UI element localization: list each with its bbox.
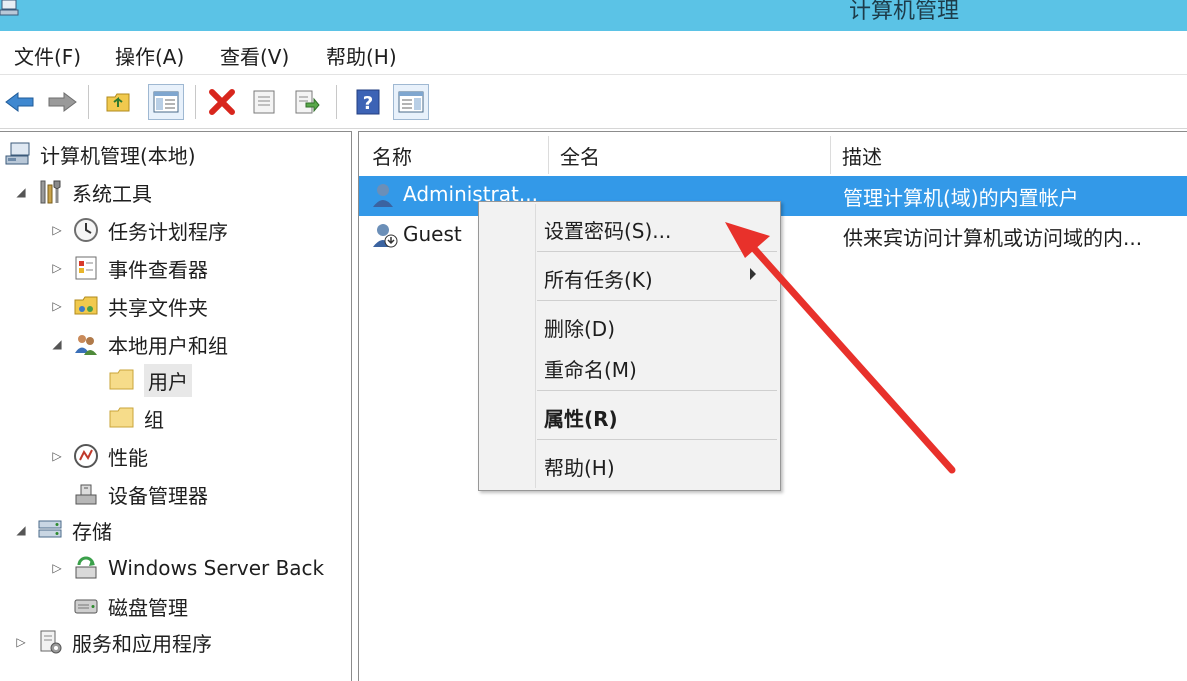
tree-item-task-scheduler[interactable]: ▷ 任务计划程序	[50, 212, 228, 248]
tree-item-event-viewer[interactable]: ▷ 事件查看器	[50, 250, 208, 286]
folder-icon	[108, 366, 136, 394]
tree-item-storage[interactable]: ◢ 存储	[14, 512, 112, 548]
tree-item-windows-server-backup[interactable]: ▷ Windows Server Back	[50, 550, 324, 586]
expand-triangle-icon[interactable]: ▷	[50, 299, 64, 313]
svg-text:?: ?	[363, 93, 373, 114]
system-tools-icon	[36, 178, 64, 206]
collapse-triangle-icon[interactable]: ◢	[14, 523, 28, 537]
help-icon[interactable]: ?	[350, 84, 386, 120]
row-description: 供来宾访问计算机或访问域的内...	[843, 226, 1143, 250]
export-list-icon[interactable]	[289, 84, 325, 120]
ctx-separator	[537, 251, 777, 252]
tree-item-device-manager[interactable]: 设备管理器	[72, 476, 208, 512]
tree-item-system-tools[interactable]: ◢ 系统工具	[14, 174, 152, 210]
tree-item-shared-folders[interactable]: ▷ 共享文件夹	[50, 288, 208, 324]
toolbar-separator	[336, 85, 337, 119]
ctx-set-password[interactable]: 设置密码(S)...	[544, 215, 671, 244]
context-menu: 设置密码(S)... 所有任务(K) 删除(D) 重命名(M) 属性(R) 帮助…	[478, 201, 781, 491]
show-hide-console-tree-icon[interactable]	[148, 84, 184, 120]
up-folder-icon[interactable]	[101, 84, 137, 120]
tree-item-groups[interactable]: 组	[108, 400, 164, 436]
ctx-rename[interactable]: 重命名(M)	[544, 354, 637, 383]
folder-icon	[108, 404, 136, 432]
column-header-fullname[interactable]: 全名	[549, 136, 831, 174]
collapse-triangle-icon[interactable]: ◢	[14, 185, 28, 199]
ctx-separator	[537, 390, 777, 391]
console-tree: 计算机管理(本地) ◢ 系统工具 ▷ 任务计划程序 ▷ 事件查看器 ▷ 共享文件…	[0, 131, 352, 681]
expand-triangle-icon[interactable]: ▷	[50, 561, 64, 575]
user-disabled-icon	[371, 221, 399, 254]
tree-item-performance[interactable]: ▷ 性能	[50, 438, 148, 474]
expand-triangle-icon[interactable]: ▷	[50, 449, 64, 463]
computer-management-icon	[4, 140, 32, 168]
services-icon	[36, 628, 64, 656]
tree-item-computer-management[interactable]: 计算机管理(本地)	[4, 136, 196, 172]
column-header-name[interactable]: 名称	[359, 136, 549, 174]
forward-arrow-icon[interactable]	[44, 84, 80, 120]
storage-icon	[36, 516, 64, 544]
toolbar-separator	[195, 85, 196, 119]
expand-triangle-icon[interactable]: ▷	[14, 635, 28, 649]
submenu-arrow-icon	[750, 268, 756, 280]
tree-item-disk-management[interactable]: 磁盘管理	[72, 588, 188, 624]
users-group-icon	[72, 330, 100, 358]
menu-file[interactable]: 文件(F)	[14, 41, 81, 70]
row-description: 管理计算机(域)的内置帐户	[843, 186, 1079, 210]
ctx-help[interactable]: 帮助(H)	[544, 452, 615, 481]
ctx-all-tasks[interactable]: 所有任务(K)	[544, 264, 653, 293]
window-title: 计算机管理	[849, 0, 960, 24]
ctx-separator	[537, 439, 777, 440]
tree-item-users[interactable]: 用户	[108, 362, 192, 398]
toolbar-separator	[88, 85, 89, 119]
menu-view[interactable]: 查看(V)	[220, 41, 289, 70]
user-icon	[371, 181, 399, 214]
expand-triangle-icon[interactable]: ▷	[50, 223, 64, 237]
backup-icon	[72, 554, 100, 582]
performance-icon	[72, 442, 100, 470]
tree-item-services-applications[interactable]: ▷ 服务和应用程序	[14, 624, 212, 660]
menu-help[interactable]: 帮助(H)	[326, 41, 397, 70]
device-manager-icon	[72, 480, 100, 508]
shared-folder-icon	[72, 292, 100, 320]
ctx-separator	[537, 300, 777, 301]
ctx-properties[interactable]: 属性(R)	[544, 403, 618, 432]
title-bar: 计算机管理	[0, 0, 1187, 31]
event-viewer-icon	[72, 254, 100, 282]
disk-management-icon	[72, 592, 100, 620]
column-header-description[interactable]: 描述	[831, 136, 1187, 174]
computer-management-app-icon	[0, 0, 22, 16]
tree-item-local-users-groups[interactable]: ◢ 本地用户和组	[50, 326, 228, 362]
clock-icon	[72, 216, 100, 244]
back-arrow-icon[interactable]	[2, 84, 38, 120]
ctx-delete[interactable]: 删除(D)	[544, 313, 615, 342]
row-name: Guest	[403, 222, 462, 246]
delete-x-icon[interactable]	[204, 84, 240, 120]
collapse-triangle-icon[interactable]: ◢	[50, 337, 64, 351]
properties-icon[interactable]	[246, 84, 282, 120]
show-hide-action-pane-icon[interactable]	[393, 84, 429, 120]
menu-bar: 文件(F) 操作(A) 查看(V) 帮助(H)	[0, 31, 1187, 75]
toolbar: ?	[0, 75, 1187, 129]
context-menu-gutter	[535, 204, 536, 488]
expand-triangle-icon[interactable]: ▷	[50, 261, 64, 275]
menu-action[interactable]: 操作(A)	[115, 41, 184, 70]
